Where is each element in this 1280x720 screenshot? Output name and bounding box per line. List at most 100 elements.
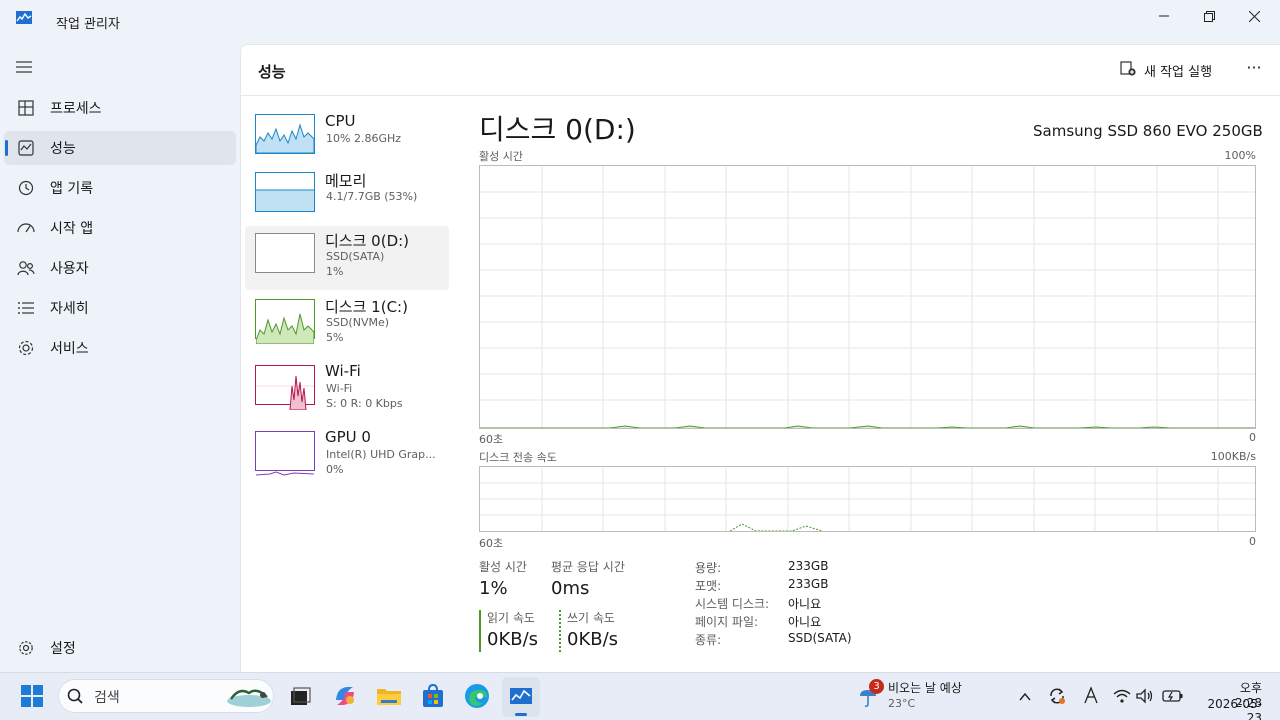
- device-gpu[interactable]: GPU 0 Intel(R) UHD Grap... 0%: [245, 424, 449, 488]
- gpu-thumbnail: [255, 431, 315, 476]
- ime-indicator[interactable]: [1082, 684, 1100, 706]
- capacity-label: 용량:: [695, 561, 722, 575]
- microsoft-store-button[interactable]: [419, 682, 447, 710]
- clock-date[interactable]: 2026-05-23: [1198, 697, 1262, 720]
- device-name: 디스크 0(D:): [325, 232, 410, 250]
- hamburger-menu-button[interactable]: [16, 60, 34, 76]
- active-time-value: 1%: [479, 578, 508, 599]
- new-task-icon: [1120, 60, 1136, 80]
- device-name: 디스크 1(C:): [325, 298, 408, 316]
- battery-charging-icon: [1162, 690, 1183, 702]
- device-wifi[interactable]: Wi-Fi Wi-Fi S: 0 R: 0 Kbps: [245, 358, 449, 422]
- nav-item-details[interactable]: 자세히: [4, 291, 236, 325]
- device-usage: 0%: [326, 463, 344, 476]
- cpu-graph: [255, 123, 315, 154]
- device-memory[interactable]: 메모리 4.1/7.7GB (53%): [245, 168, 449, 232]
- sync-tray-button[interactable]: [1047, 686, 1067, 706]
- device-cpu[interactable]: CPU 10% 2.86GHz: [245, 110, 449, 174]
- device-name: Wi-Fi: [325, 362, 361, 380]
- settings-icon: [16, 638, 36, 658]
- battery-tray-icon[interactable]: [1162, 688, 1184, 704]
- run-new-task-button[interactable]: 새 작업 실행: [1120, 58, 1212, 82]
- nav-item-performance[interactable]: 성능: [4, 131, 236, 165]
- device-type: Wi-Fi: [326, 382, 353, 395]
- settings-label: 설정: [50, 641, 76, 657]
- store-icon: [423, 683, 443, 707]
- format-value: 233GB: [788, 577, 829, 591]
- wifi-tray-icon[interactable]: [1113, 688, 1131, 704]
- transfer-x-left: 60초: [479, 537, 504, 550]
- nav-label: 성능: [50, 141, 76, 157]
- nav-item-settings[interactable]: 설정: [4, 631, 236, 665]
- device-type: SSD(NVMe): [326, 316, 390, 329]
- device-type: SSD(SATA): [326, 250, 385, 263]
- device-disk-0[interactable]: 디스크 0(D:) SSD(SATA) 1%: [245, 226, 449, 290]
- type-label: 종류:: [695, 633, 722, 647]
- device-name: GPU 0: [325, 428, 371, 446]
- nav-item-app-history[interactable]: 앱 기록: [4, 171, 236, 205]
- services-icon: [16, 338, 36, 358]
- nav-item-services[interactable]: 서비스: [4, 331, 236, 365]
- tray-overflow-button[interactable]: [1018, 689, 1032, 703]
- avg-response-label: 평균 응답 시간: [551, 560, 625, 574]
- memory-graph: [256, 189, 314, 211]
- device-detail: 10% 2.86GHz: [326, 132, 402, 145]
- nav-label: 자세히: [50, 301, 89, 317]
- performance-icon: [16, 138, 36, 158]
- device-disk-1[interactable]: 디스크 1(C:) SSD(NVMe) 5%: [245, 292, 449, 356]
- task-view-button[interactable]: [286, 682, 314, 710]
- nav-item-processes[interactable]: 프로세스: [4, 91, 236, 125]
- close-button[interactable]: [1231, 0, 1277, 32]
- start-button[interactable]: [21, 685, 43, 707]
- transfer-chart-max: 100KB/s: [1210, 450, 1256, 463]
- disk-0-thumbnail: [255, 233, 315, 273]
- more-options-button[interactable]: ···: [1242, 58, 1266, 82]
- wifi-thumbnail: [255, 365, 315, 411]
- copilot-icon: [336, 687, 354, 705]
- startup-icon: [16, 218, 36, 238]
- nav-label: 서비스: [50, 341, 89, 357]
- task-manager-icon: [16, 11, 32, 24]
- search-placeholder: 검색: [94, 690, 120, 706]
- device-usage: 1%: [326, 265, 344, 278]
- speaker-icon: [1136, 688, 1153, 704]
- window-title: 작업 관리자: [56, 17, 120, 32]
- device-usage: 5%: [326, 331, 344, 344]
- device-type: Intel(R) UHD Grap...: [326, 448, 436, 461]
- read-speed-label: 읽기 속도: [487, 611, 535, 625]
- system-disk-value: 아니요: [788, 597, 822, 611]
- type-value: SSD(SATA): [788, 631, 852, 645]
- active-time-x-left: 60초: [479, 433, 504, 446]
- write-speed-value: 0KB/s: [567, 629, 619, 650]
- page-file-label: 페이지 파일:: [695, 615, 759, 629]
- transfer-rate-chart: [479, 466, 1256, 532]
- task-manager-taskbar-button[interactable]: [502, 677, 540, 717]
- disk-model: Samsung SSD 860 EVO 250GB: [1033, 122, 1263, 140]
- transfer-rate-graph: [480, 467, 1255, 532]
- file-explorer-button[interactable]: [375, 682, 403, 710]
- processes-icon: [16, 98, 36, 118]
- maximize-button[interactable]: [1186, 0, 1232, 32]
- edge-icon: [465, 684, 489, 708]
- windows-logo-icon: [21, 685, 43, 707]
- task-view-icon: [291, 687, 311, 705]
- minimize-button[interactable]: [1141, 0, 1187, 32]
- volume-tray-icon[interactable]: [1136, 688, 1154, 704]
- edge-button[interactable]: [463, 682, 491, 710]
- copilot-button[interactable]: [331, 682, 359, 710]
- nav-label: 시작 앱: [50, 221, 94, 237]
- write-speed-marker: [559, 610, 561, 652]
- nav-label: 프로세스: [50, 101, 102, 117]
- device-throughput: S: 0 R: 0 Kbps: [326, 397, 403, 410]
- read-speed-value: 0KB/s: [487, 629, 539, 650]
- device-detail: 4.1/7.7GB (53%): [326, 190, 418, 203]
- search-highlight-icon: [225, 683, 273, 709]
- nav-item-startup-apps[interactable]: 시작 앱: [4, 211, 236, 245]
- page-title: 성능: [258, 63, 286, 81]
- active-time-chart-max: 100%: [1224, 149, 1256, 162]
- disk-1-thumbnail: [255, 299, 315, 345]
- nav-item-users[interactable]: 사용자: [4, 251, 236, 285]
- users-icon: [16, 258, 36, 278]
- nav-label: 사용자: [50, 261, 89, 277]
- transfer-x-right: 0: [1249, 535, 1256, 548]
